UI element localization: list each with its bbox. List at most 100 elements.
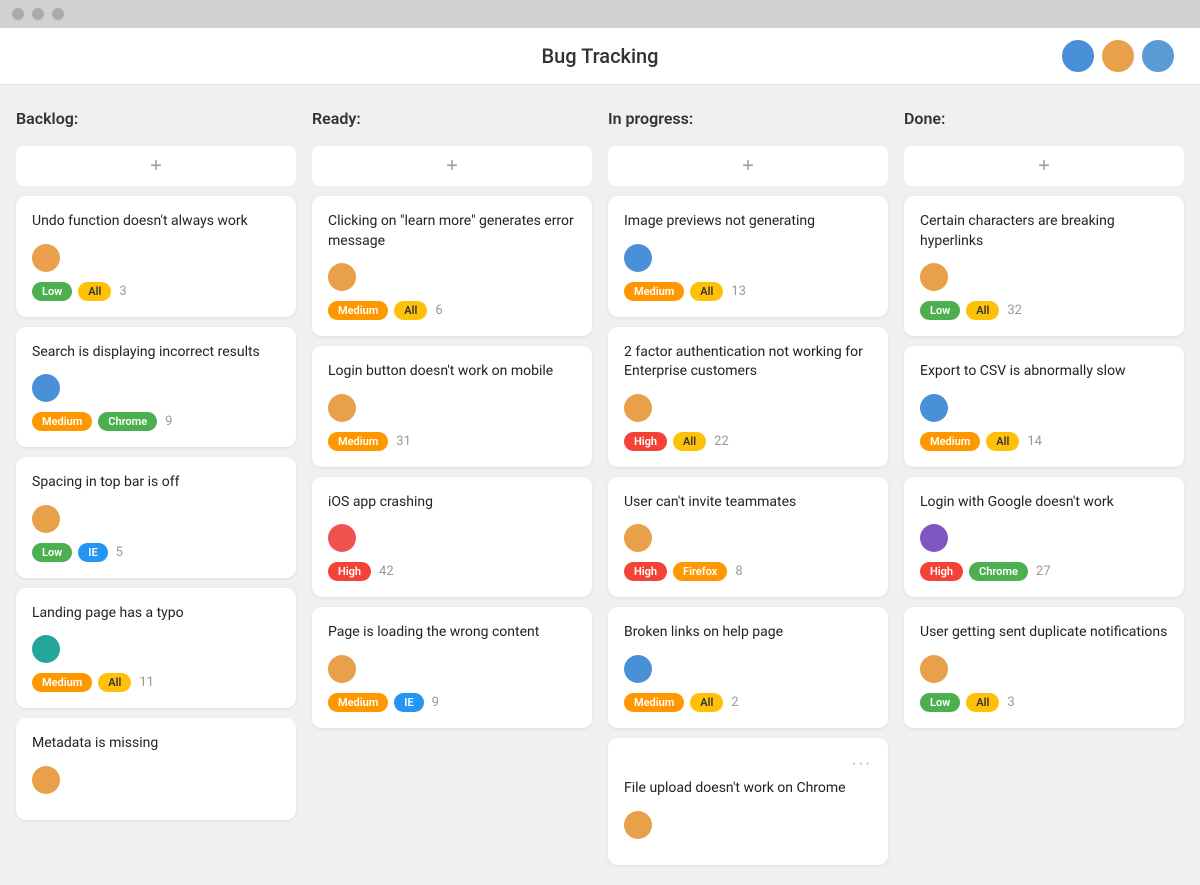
card-avatar — [624, 811, 652, 839]
card-title: Landing page has a typo — [32, 604, 280, 624]
priority-badge: Medium — [328, 693, 388, 712]
card-footer: High42 — [328, 562, 576, 581]
card-avatar — [328, 394, 356, 422]
card-avatar — [624, 524, 652, 552]
title-bar — [0, 0, 1200, 28]
card-avatar — [920, 263, 948, 291]
tag-badge: All — [394, 301, 427, 320]
priority-badge: Low — [32, 543, 72, 562]
card-backlog-3[interactable]: Landing page has a typoMediumAll11 — [16, 588, 296, 709]
priority-badge: Medium — [624, 693, 684, 712]
card-title: Login with Google doesn't work — [920, 493, 1168, 513]
card-avatar — [32, 766, 60, 794]
card-avatar — [920, 394, 948, 422]
card-title: 2 factor authentication not working for … — [624, 343, 872, 382]
column-inprogress: In progress: + Image previews not generati… — [608, 105, 888, 865]
card-title: Undo function doesn't always work — [32, 212, 280, 232]
priority-badge: Low — [32, 282, 72, 301]
card-count: 11 — [139, 675, 154, 690]
column-header-inprogress: In progress: — [608, 105, 888, 136]
card-footer: Medium 31 — [328, 432, 576, 451]
card-count: 32 — [1007, 303, 1022, 318]
card-ready-0[interactable]: Clicking on "learn more" generates error… — [312, 196, 592, 336]
card-ready-3[interactable]: Page is loading the wrong content Medium I… — [312, 607, 592, 728]
card-title: Certain characters are breaking hyperlin… — [920, 212, 1168, 251]
card-title: Image previews not generating — [624, 212, 872, 232]
card-title: Page is loading the wrong content — [328, 623, 576, 643]
add-card-button-inprogress[interactable]: + — [608, 146, 888, 186]
close-btn[interactable] — [12, 8, 24, 20]
card-title: User getting sent duplicate notification… — [920, 623, 1168, 643]
priority-badge: High — [920, 562, 963, 581]
priority-badge: High — [624, 562, 667, 581]
tag-badge: All — [78, 282, 111, 301]
card-done-1[interactable]: Export to CSV is abnormally slowMediumAl… — [904, 346, 1184, 467]
card-footer: LowAll32 — [920, 301, 1168, 320]
priority-badge: Low — [920, 301, 960, 320]
priority-badge: High — [624, 432, 667, 451]
tag-badge: IE — [78, 543, 107, 562]
card-avatar — [624, 655, 652, 683]
card-count: 31 — [396, 434, 411, 449]
maximize-btn[interactable] — [52, 8, 64, 20]
tag-badge: IE — [394, 693, 423, 712]
tag-badge: All — [986, 432, 1019, 451]
card-title: Spacing in top bar is off — [32, 473, 280, 493]
card-inprogress-4[interactable]: ··· File upload doesn't work on Chrome — [608, 738, 888, 865]
add-card-button-done[interactable]: + — [904, 146, 1184, 186]
tag-badge: All — [690, 693, 723, 712]
card-menu-dots[interactable]: ··· — [624, 754, 872, 775]
card-title: iOS app crashing — [328, 493, 576, 513]
card-count: 3 — [119, 284, 126, 299]
card-avatar — [624, 244, 652, 272]
card-count: 8 — [735, 564, 742, 579]
card-count: 3 — [1007, 695, 1014, 710]
card-avatar — [32, 635, 60, 663]
card-count: 6 — [435, 303, 442, 318]
card-title: Broken links on help page — [624, 623, 872, 643]
card-title: Metadata is missing — [32, 734, 280, 754]
card-footer: Low All 3 — [32, 282, 280, 301]
card-footer: MediumAll2 — [624, 693, 872, 712]
tag-badge: All — [98, 673, 131, 692]
priority-badge: Medium — [328, 432, 388, 451]
priority-badge: Medium — [920, 432, 980, 451]
card-inprogress-0[interactable]: Image previews not generating MediumAll13 — [608, 196, 888, 317]
card-count: 27 — [1036, 564, 1051, 579]
card-footer: LowAll3 — [920, 693, 1168, 712]
app-title: Bug Tracking — [541, 44, 658, 68]
card-footer: MediumAll13 — [624, 282, 872, 301]
minimize-btn[interactable] — [32, 8, 44, 20]
card-avatar — [32, 244, 60, 272]
priority-badge: High — [328, 562, 371, 581]
card-footer: MediumChrome9 — [32, 412, 280, 431]
card-title: Login button doesn't work on mobile — [328, 362, 576, 382]
card-footer: High Chrome 27 — [920, 562, 1168, 581]
priority-badge: Low — [920, 693, 960, 712]
card-inprogress-3[interactable]: Broken links on help pageMediumAll2 — [608, 607, 888, 728]
card-backlog-4[interactable]: Metadata is missing — [16, 718, 296, 820]
card-footer: HighFirefox8 — [624, 562, 872, 581]
card-done-3[interactable]: User getting sent duplicate notification… — [904, 607, 1184, 728]
card-backlog-0[interactable]: Undo function doesn't always work Low All 3 — [16, 196, 296, 317]
card-avatar — [624, 394, 652, 422]
card-inprogress-2[interactable]: User can't invite teammatesHighFirefox8 — [608, 477, 888, 598]
card-ready-1[interactable]: Login button doesn't work on mobile Mediu… — [312, 346, 592, 467]
tag-badge: Chrome — [969, 562, 1028, 581]
card-title: File upload doesn't work on Chrome — [624, 779, 872, 799]
card-avatar — [328, 263, 356, 291]
tag-badge: All — [690, 282, 723, 301]
card-backlog-1[interactable]: Search is displaying incorrect resultsMe… — [16, 327, 296, 448]
avatar-3 — [1140, 38, 1176, 74]
card-ready-2[interactable]: iOS app crashing High42 — [312, 477, 592, 598]
add-card-button-backlog[interactable]: + — [16, 146, 296, 186]
tag-badge: Chrome — [98, 412, 157, 431]
add-card-button-ready[interactable]: + — [312, 146, 592, 186]
card-backlog-2[interactable]: Spacing in top bar is offLowIE5 — [16, 457, 296, 578]
card-inprogress-1[interactable]: 2 factor authentication not working for … — [608, 327, 888, 467]
card-footer: LowIE5 — [32, 543, 280, 562]
card-done-2[interactable]: Login with Google doesn't work High Chrome… — [904, 477, 1184, 598]
column-header-backlog: Backlog: — [16, 105, 296, 136]
card-done-0[interactable]: Certain characters are breaking hyperlin… — [904, 196, 1184, 336]
card-avatar — [32, 374, 60, 402]
